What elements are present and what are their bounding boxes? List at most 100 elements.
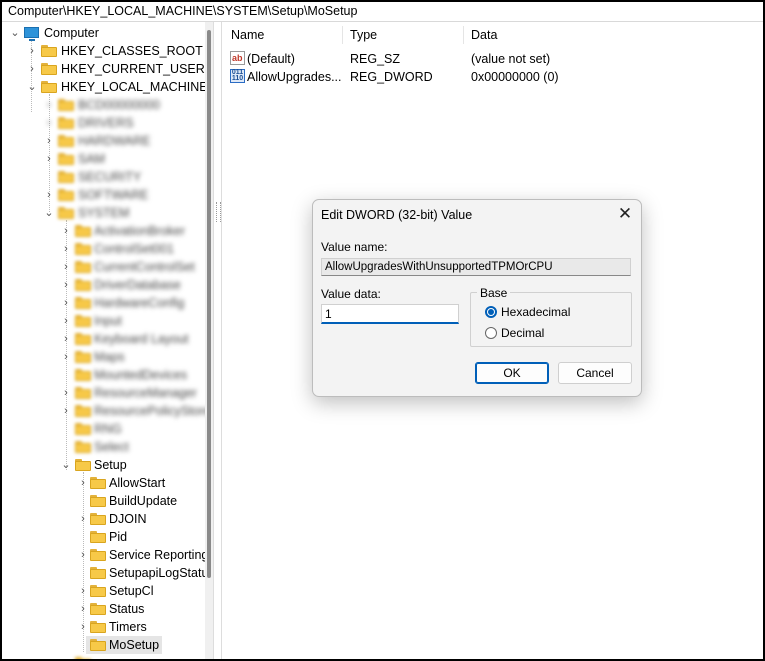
radio-selected-icon[interactable] xyxy=(485,306,497,318)
value-name-label: Value name: xyxy=(321,240,388,254)
chevron-right-icon[interactable]: › xyxy=(78,476,88,490)
chevron-right-icon[interactable]: › xyxy=(44,134,54,148)
tree-item-hkcu[interactable]: › HKEY_CURRENT_USER xyxy=(2,60,205,78)
chevron-down-icon[interactable]: ⌄ xyxy=(10,26,20,40)
ok-button[interactable]: OK xyxy=(475,362,549,384)
tree-scrollbar-thumb[interactable] xyxy=(207,30,211,578)
cancel-button[interactable]: Cancel xyxy=(558,362,632,384)
column-header-data[interactable]: Data xyxy=(471,28,497,42)
tree-item-buildupdate[interactable]: BuildUpdate xyxy=(2,492,205,510)
chevron-right-icon[interactable]: › xyxy=(61,242,71,256)
tree-item-service-reporting[interactable]: › Service Reporting xyxy=(2,546,205,564)
folder-icon xyxy=(58,153,74,165)
tree-item-label: HardwareConfig xyxy=(94,296,185,310)
chevron-right-icon[interactable]: › xyxy=(61,332,71,346)
column-divider[interactable] xyxy=(463,26,464,44)
tree-item-djoin[interactable]: › DJOIN xyxy=(2,510,205,528)
folder-icon xyxy=(90,567,106,579)
tree-item-computer[interactable]: ⌄ Computer xyxy=(2,24,205,42)
folder-icon xyxy=(75,315,91,327)
tree-item-system-child[interactable]: › DriverDatabase xyxy=(2,276,205,294)
tree-item-pid[interactable]: Pid xyxy=(2,528,205,546)
folder-icon xyxy=(90,603,106,615)
tree-item-hklm-child[interactable]: › BCD00000000 xyxy=(2,96,205,114)
splitter-grip-icon[interactable] xyxy=(216,202,221,222)
tree-item-hklm-child[interactable]: SECURITY xyxy=(2,168,205,186)
chevron-right-icon[interactable]: › xyxy=(61,296,71,310)
tree-item-hkcr[interactable]: › HKEY_CLASSES_ROOT xyxy=(2,42,205,60)
value-name-field[interactable]: AllowUpgradesWithUnsupportedTPMOrCPU xyxy=(321,258,631,276)
folder-icon xyxy=(41,63,57,75)
chevron-right-icon[interactable]: › xyxy=(61,260,71,274)
tree-item-status[interactable]: › Status xyxy=(2,600,205,618)
address-bar[interactable]: Computer\HKEY_LOCAL_MACHINE\SYSTEM\Setup… xyxy=(2,2,763,22)
tree-item-mosetup-selected[interactable]: MoSetup xyxy=(2,636,205,654)
tree-item-timers[interactable]: › Timers xyxy=(2,618,205,636)
base-label: Base xyxy=(477,286,511,300)
folder-icon xyxy=(75,657,91,659)
folder-icon xyxy=(90,531,106,543)
column-header-type[interactable]: Type xyxy=(350,28,377,42)
chevron-right-icon[interactable]: › xyxy=(44,116,54,130)
tree-item-system-child[interactable]: MountedDevices xyxy=(2,366,205,384)
tree-item-label: SECURITY xyxy=(78,170,142,184)
tree-item-hklm-child[interactable]: › HARDWARE xyxy=(2,132,205,150)
tree-item-partial xyxy=(2,654,205,659)
tree-item-system-child[interactable]: RNG xyxy=(2,420,205,438)
tree-item-system-child[interactable]: › HardwareConfig xyxy=(2,294,205,312)
folder-icon xyxy=(75,279,91,291)
chevron-right-icon[interactable]: › xyxy=(27,44,37,58)
tree-item-hklm-child[interactable]: › DRIVERS xyxy=(2,114,205,132)
chevron-down-icon[interactable]: ⌄ xyxy=(27,80,37,94)
chevron-right-icon[interactable]: › xyxy=(61,278,71,292)
tree-item-label: MountedDevices xyxy=(94,368,188,382)
tree-item-system[interactable]: ⌄ SYSTEM xyxy=(2,204,205,222)
radio-unselected-icon[interactable] xyxy=(485,327,497,339)
tree-item-system-child[interactable]: › ResourceManager xyxy=(2,384,205,402)
tree-item-label: Setup xyxy=(94,458,127,472)
chevron-right-icon[interactable]: › xyxy=(78,620,88,634)
folder-icon xyxy=(90,639,106,651)
tree-item-hklm[interactable]: ⌄ HKEY_LOCAL_MACHINE xyxy=(2,78,205,96)
tree-item-system-child[interactable]: › ControlSet001 xyxy=(2,240,205,258)
chevron-down-icon[interactable]: ⌄ xyxy=(61,458,71,472)
tree-item-hklm-child[interactable]: › SOFTWARE xyxy=(2,186,205,204)
tree-item-system-child[interactable]: › Maps xyxy=(2,348,205,366)
chevron-right-icon[interactable]: › xyxy=(61,386,71,400)
chevron-right-icon[interactable]: › xyxy=(61,404,71,418)
chevron-right-icon[interactable]: › xyxy=(78,584,88,598)
tree-item-setup[interactable]: ⌄ Setup xyxy=(2,456,205,474)
chevron-right-icon[interactable]: › xyxy=(44,188,54,202)
tree-item-allowstart[interactable]: › AllowStart xyxy=(2,474,205,492)
chevron-right-icon[interactable]: › xyxy=(61,314,71,328)
folder-icon xyxy=(58,117,74,129)
tree-item-system-child[interactable]: Select xyxy=(2,438,205,456)
tree-item-system-child[interactable]: › Input xyxy=(2,312,205,330)
close-icon[interactable]: ✕ xyxy=(615,204,635,224)
value-name: (Default) xyxy=(247,52,295,66)
chevron-right-icon[interactable]: › xyxy=(78,548,88,562)
chevron-down-icon[interactable]: ⌄ xyxy=(44,206,54,220)
address-path[interactable]: Computer\HKEY_LOCAL_MACHINE\SYSTEM\Setup… xyxy=(8,4,357,18)
tree-item-setupapilogstatus[interactable]: SetupapiLogStatus xyxy=(2,564,205,582)
tree-item-system-child[interactable]: › ResourcePolicyStore xyxy=(2,402,205,420)
tree-item-label: SetupapiLogStatus xyxy=(109,566,205,580)
column-divider[interactable] xyxy=(342,26,343,44)
column-header-name[interactable]: Name xyxy=(231,28,264,42)
tree-item-system-child[interactable]: › ActivationBroker xyxy=(2,222,205,240)
chevron-right-icon[interactable]: › xyxy=(78,512,88,526)
chevron-right-icon[interactable]: › xyxy=(27,62,37,76)
value-type: REG_DWORD xyxy=(350,70,433,84)
tree-item-label: DJOIN xyxy=(109,512,147,526)
tree-item-system-child[interactable]: › Keyboard Layout xyxy=(2,330,205,348)
tree-item-system-child[interactable]: › CurrentControlSet xyxy=(2,258,205,276)
chevron-right-icon[interactable]: › xyxy=(44,152,54,166)
tree-item-hklm-child[interactable]: › SAM xyxy=(2,150,205,168)
pane-splitter[interactable] xyxy=(213,22,222,659)
chevron-right-icon[interactable]: › xyxy=(44,98,54,112)
tree-item-setupcl[interactable]: › SetupCl xyxy=(2,582,205,600)
chevron-right-icon[interactable]: › xyxy=(61,224,71,238)
chevron-right-icon[interactable]: › xyxy=(61,350,71,364)
value-data-input[interactable]: 1 xyxy=(321,304,459,324)
chevron-right-icon[interactable]: › xyxy=(78,602,88,616)
